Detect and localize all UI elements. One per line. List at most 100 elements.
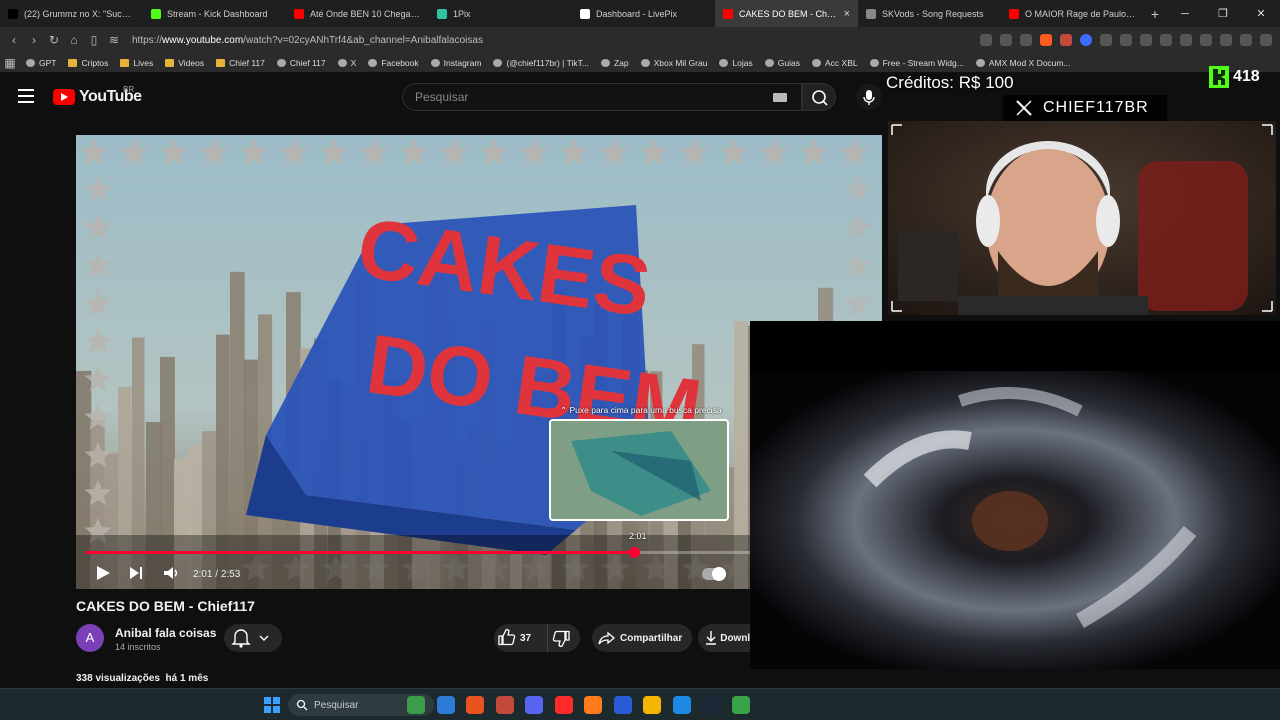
bookmark-label: Acc XBL <box>825 57 858 68</box>
bookmark-item[interactable]: Free - Stream Widg... <box>864 58 970 68</box>
seek-hint: ⌃ Puxe para cima para uma busca precisa <box>560 405 722 415</box>
browser-tab[interactable]: CAKES DO BEM - Chief117 × <box>715 0 858 27</box>
tab-label: O MAIOR Rage de Paulo Kogos <box>1025 8 1136 19</box>
extension-icon[interactable] <box>1160 34 1172 46</box>
forward-icon[interactable]: › <box>24 33 44 47</box>
widgets-icon[interactable] <box>407 696 425 714</box>
bookmark-item[interactable]: GPT <box>20 58 62 68</box>
browser-tab[interactable]: Stream - Kick Dashboard <box>143 0 286 27</box>
bookmark-item[interactable]: Chief 117 <box>210 58 271 68</box>
progress-scrubber[interactable] <box>628 547 640 558</box>
bookmark-item[interactable]: Videos <box>159 58 210 68</box>
tab-label: SKVods - Song Requests <box>882 8 984 19</box>
bookmark-item[interactable]: Lojas <box>713 58 758 68</box>
bookmark-icon <box>337 58 347 67</box>
tab-close-icon[interactable]: × <box>844 8 850 20</box>
close-window-icon[interactable]: ✕ <box>1242 7 1280 20</box>
bookmark-label: Lives <box>133 57 154 68</box>
bitwarden-icon[interactable] <box>613 696 632 714</box>
webcam-overlay <box>888 121 1276 315</box>
microphone-icon <box>863 90 875 105</box>
cast-icon[interactable] <box>980 34 992 46</box>
channel-avatar[interactable]: A <box>76 624 104 652</box>
extension-icon[interactable] <box>1100 34 1112 46</box>
menu-icon[interactable] <box>18 89 34 103</box>
play-icon[interactable] <box>94 564 112 582</box>
bookmark-item[interactable]: Instagram <box>425 58 488 68</box>
restore-icon[interactable]: ❐ <box>1204 7 1242 20</box>
voice-search-button[interactable] <box>856 84 882 110</box>
brave-icon[interactable] <box>466 696 484 714</box>
share-button[interactable]: Compartilhar <box>592 624 692 652</box>
menu-icon[interactable] <box>1260 34 1272 46</box>
channel-name[interactable]: Anibal fala coisas <box>115 626 216 640</box>
apps-grid-icon[interactable]: ▦ <box>0 56 20 70</box>
browser-tab[interactable]: O MAIOR Rage de Paulo Kogos <box>1001 0 1144 27</box>
bookmark-icon[interactable]: ▯ <box>84 33 104 47</box>
tab-favicon-icon <box>866 8 876 19</box>
bookmark-item[interactable]: (@chief117br) | TikT... <box>487 58 594 68</box>
autoplay-toggle[interactable] <box>702 567 726 581</box>
notification-bell-button[interactable] <box>224 624 282 652</box>
vpn-icon[interactable] <box>1240 34 1252 46</box>
new-tab-button[interactable]: + <box>1144 6 1166 22</box>
bookmark-item[interactable]: Lives <box>114 58 159 68</box>
browser-tab[interactable]: 1Pix <box>429 0 572 27</box>
browser-tab[interactable]: Dashboard - LivePix <box>572 0 715 27</box>
browser-tab[interactable]: SKVods - Song Requests <box>858 0 1001 27</box>
bookmark-label: Videos <box>178 57 205 68</box>
xbox-icon[interactable] <box>731 696 750 714</box>
chrome-icon[interactable] <box>643 696 661 714</box>
copilot-icon[interactable] <box>436 696 455 714</box>
firefox-icon[interactable] <box>584 696 602 714</box>
time-display: 2:01 / 2:53 <box>193 569 241 580</box>
media-icon[interactable] <box>1180 34 1192 46</box>
next-icon[interactable] <box>127 564 145 582</box>
search-button[interactable] <box>802 83 836 111</box>
rewards-icon[interactable] <box>1060 34 1072 46</box>
share-icon[interactable] <box>1020 34 1032 46</box>
extension-icon[interactable] <box>1120 34 1132 46</box>
back-icon[interactable]: ‹ <box>4 33 24 47</box>
minimize-icon[interactable]: ─ <box>1166 8 1204 20</box>
search-input[interactable] <box>403 84 801 110</box>
bookmark-icon <box>493 58 503 67</box>
bookmark-label: Chief 117 <box>289 57 326 68</box>
reload-icon[interactable]: ↻ <box>44 33 64 47</box>
dislike-icon[interactable] <box>547 624 573 652</box>
bookmark-item[interactable]: Guias <box>759 58 806 68</box>
bookmark-item[interactable]: Xbox Mil Grau <box>635 58 714 68</box>
browser-tab[interactable]: Até Onde BEN 10 Chegaria em <box>286 0 429 27</box>
bookmark-label: Free - Stream Widg... <box>882 57 964 68</box>
bookmark-item[interactable]: X <box>332 58 363 68</box>
bookmark-item[interactable]: Criptos <box>62 58 114 68</box>
bookmark-label: Zap <box>613 57 629 68</box>
url-domain: www.youtube.com <box>162 34 244 46</box>
url-field[interactable]: https://www.youtube.com/watch?v=02cyANhT… <box>132 35 483 46</box>
bookmark-item[interactable]: Facebook <box>362 58 424 68</box>
tool-icon[interactable] <box>495 696 514 714</box>
home-icon[interactable]: ⌂ <box>64 33 84 47</box>
bookmark-item[interactable]: AMX Mod X Docum... <box>970 58 1077 68</box>
bookmark-label: Chief 117 <box>229 57 265 68</box>
bookmark-item[interactable]: Zap <box>595 58 635 68</box>
site-info-icon[interactable]: ≋ <box>104 33 124 47</box>
extension-icon[interactable] <box>1080 34 1092 46</box>
discord-icon[interactable] <box>525 696 543 714</box>
opera-icon[interactable] <box>554 696 573 714</box>
edge-icon[interactable] <box>672 696 691 714</box>
sidebar-icon[interactable] <box>1200 34 1212 46</box>
like-icon[interactable] <box>494 624 520 652</box>
windows-start-icon[interactable] <box>264 697 280 713</box>
bookmark-item[interactable]: Acc XBL <box>806 58 864 68</box>
zoom-icon[interactable] <box>1000 34 1012 46</box>
extension-icon[interactable] <box>1140 34 1152 46</box>
volume-icon[interactable] <box>162 564 180 582</box>
tab-label: 1Pix <box>453 8 471 19</box>
keyboard-icon[interactable] <box>773 93 787 102</box>
browser-tab[interactable]: (22) Grummz no X: "Suckerpun <box>0 0 143 27</box>
bookmark-item[interactable]: Chief 117 <box>271 58 332 68</box>
steam-icon[interactable] <box>702 696 720 714</box>
brave-shield-icon[interactable] <box>1040 34 1052 46</box>
wallet-icon[interactable] <box>1220 34 1232 46</box>
